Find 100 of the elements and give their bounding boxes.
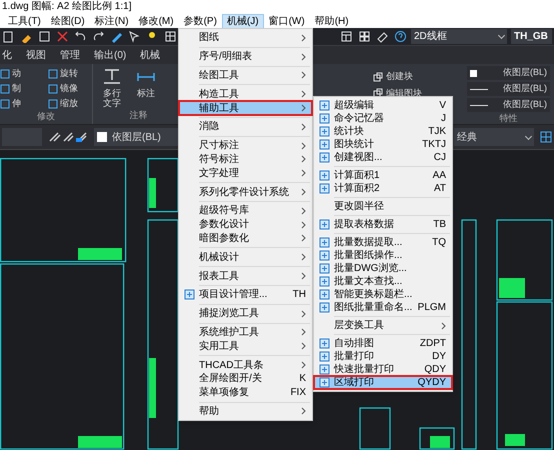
chevron-right-icon: [441, 322, 446, 330]
drawing-frame: [359, 407, 391, 450]
menu-item[interactable]: 系统维护工具: [179, 326, 312, 340]
menu-item[interactable]: 帮助: [179, 404, 312, 418]
menu-item[interactable]: 项目设计管理... TH: [179, 288, 312, 302]
menu-item[interactable]: 快速批量打印 QDY: [314, 363, 452, 376]
ribbon-button[interactable]: 伸: [0, 97, 44, 110]
menu-bar-item[interactable]: 标注(N): [90, 14, 134, 28]
menu-item[interactable]: 暗图参数化: [179, 232, 312, 246]
menu-item[interactable]: 机械设计: [179, 250, 312, 264]
tool-icon: [319, 289, 330, 300]
menu-item[interactable]: 报表工具: [179, 269, 312, 283]
menu-item[interactable]: 文字处理: [179, 166, 312, 180]
ribbon-button[interactable]: 缩放: [48, 97, 92, 110]
menu-item[interactable]: 图纸批量重命名... PLGM: [314, 301, 452, 314]
menu-item[interactable]: 超级编辑 V: [314, 99, 452, 112]
layer-tools-icon[interactable]: [48, 131, 88, 143]
property-dropdown[interactable]: 依图层(BL): [467, 82, 550, 96]
menu-item[interactable]: 计算面积1 AA: [314, 169, 452, 182]
tool-icon: [319, 219, 330, 230]
menu-item[interactable]: 区域打印 QYDY: [314, 376, 452, 389]
menu-item[interactable]: 构造工具: [179, 87, 312, 102]
ribbon-tab[interactable]: 视图: [26, 48, 46, 62]
menu-item[interactable]: 实用工具: [179, 339, 312, 354]
menu-item[interactable]: 批量DWG浏览...: [314, 262, 452, 275]
block-icon: [373, 72, 383, 82]
menu-item[interactable]: 图块统计 TKTJ: [314, 138, 452, 151]
ribbon-button[interactable]: 制: [0, 82, 44, 95]
visual-style-dropdown[interactable]: 2D线框: [411, 29, 507, 44]
menu-item[interactable]: 批量打印 DY: [314, 350, 452, 363]
ribbon-button[interactable]: 标注: [133, 68, 159, 108]
ribbon-button[interactable]: 多行文字: [99, 68, 125, 108]
menu-bar-item[interactable]: 工具(T): [3, 14, 46, 28]
menu-item[interactable]: 智能更换标题栏...: [314, 288, 452, 301]
workspace-dropdown[interactable]: 经典: [454, 128, 534, 146]
menu-item[interactable]: 超级符号库: [179, 204, 312, 218]
ribbon-tab[interactable]: 机械: [140, 48, 160, 62]
chevron-right-icon: [301, 52, 306, 61]
help-icon[interactable]: [394, 30, 407, 43]
menu-bar-item[interactable]: 绘图(D): [46, 14, 90, 28]
tool-icon: [319, 351, 330, 362]
menu-item[interactable]: 符号标注: [179, 152, 312, 166]
chevron-right-icon: [301, 188, 306, 196]
tool-icon: [319, 100, 330, 111]
menu-item[interactable]: 菜单项修复 FIX: [179, 386, 312, 400]
ribbon-tab[interactable]: 化: [2, 48, 12, 62]
menu-bar-item[interactable]: 参数(P): [178, 14, 222, 28]
menu-item[interactable]: 批量数据提取... TQ: [314, 236, 452, 249]
text-style-dropdown[interactable]: TH_GB: [511, 29, 552, 44]
ribbon-button[interactable]: 创建块: [373, 70, 463, 84]
menu-item[interactable]: 更改圆半径: [314, 200, 452, 213]
menu-item[interactable]: 系列化零件设计系统: [179, 185, 312, 199]
menu-item[interactable]: 统计块 TJK: [314, 125, 452, 138]
menu-bar-item[interactable]: 帮助(H): [310, 14, 354, 28]
menu-item[interactable]: 计算面积2 AT: [314, 182, 452, 195]
menu-item[interactable]: 全屏绘图开/关 K: [179, 372, 312, 386]
redo-icon[interactable]: [92, 30, 105, 43]
menu-item[interactable]: 批量图纸操作...: [314, 249, 452, 262]
menu-item[interactable]: THCAD工具条: [179, 358, 312, 372]
chevron-right-icon: [301, 407, 306, 416]
menu-item[interactable]: 辅助工具: [179, 101, 312, 115]
chevron-right-icon: [301, 122, 306, 131]
menu-bar-item[interactable]: 机械(J): [222, 14, 264, 28]
chevron-right-icon: [301, 310, 306, 318]
menu-bar-item[interactable]: 窗口(W): [264, 14, 310, 28]
property-dropdown[interactable]: 依图层(BL): [467, 98, 550, 112]
undo-icon[interactable]: [74, 30, 87, 43]
tool-icon: [319, 126, 330, 137]
ribbon-button[interactable]: 镜像: [48, 82, 92, 95]
menu-item[interactable]: 序号/明细表: [179, 50, 312, 64]
ribbon-button[interactable]: 旋转: [48, 67, 92, 80]
panel-label: 修改: [36, 110, 56, 123]
ribbon-tab[interactable]: 输出(0): [94, 48, 126, 62]
menu-item[interactable]: 批量文本查找...: [314, 275, 452, 288]
menu-item[interactable]: 参数化设计: [179, 218, 312, 232]
ribbon-tab[interactable]: 管理: [60, 48, 80, 62]
menu-item[interactable]: 图纸: [179, 31, 312, 45]
line-sample: [470, 88, 488, 90]
menu-item[interactable]: 创建视图... CJ: [314, 151, 452, 164]
grid-icon[interactable]: [540, 131, 552, 143]
tool-icon: [319, 139, 330, 150]
menu-item[interactable]: 提取表格数据 TB: [314, 218, 452, 231]
pencil-icon[interactable]: [110, 30, 123, 43]
close-icon[interactable]: [56, 30, 69, 43]
ribbon-button[interactable]: 动: [0, 67, 44, 80]
menu-item[interactable]: 自动排图 ZDPT: [314, 337, 452, 350]
select-icon[interactable]: [128, 30, 141, 43]
table-icon[interactable]: [340, 30, 353, 43]
menu-item[interactable]: 捕捉浏览工具: [179, 306, 312, 321]
menu-bar-item[interactable]: 修改(M): [134, 14, 179, 28]
tool-icon: [319, 237, 330, 248]
menu-item[interactable]: 绘图工具: [179, 68, 312, 82]
tool-icon: [319, 250, 330, 261]
line-sample: [470, 104, 488, 106]
menu-item[interactable]: 命令记忆器 J: [314, 112, 452, 125]
eraser-icon[interactable]: [376, 30, 389, 43]
tool-icon: [319, 338, 330, 349]
menu-item[interactable]: 层变换工具: [314, 319, 452, 332]
property-dropdown[interactable]: 依图层(BL): [467, 66, 550, 80]
tool-icon: [319, 183, 330, 194]
